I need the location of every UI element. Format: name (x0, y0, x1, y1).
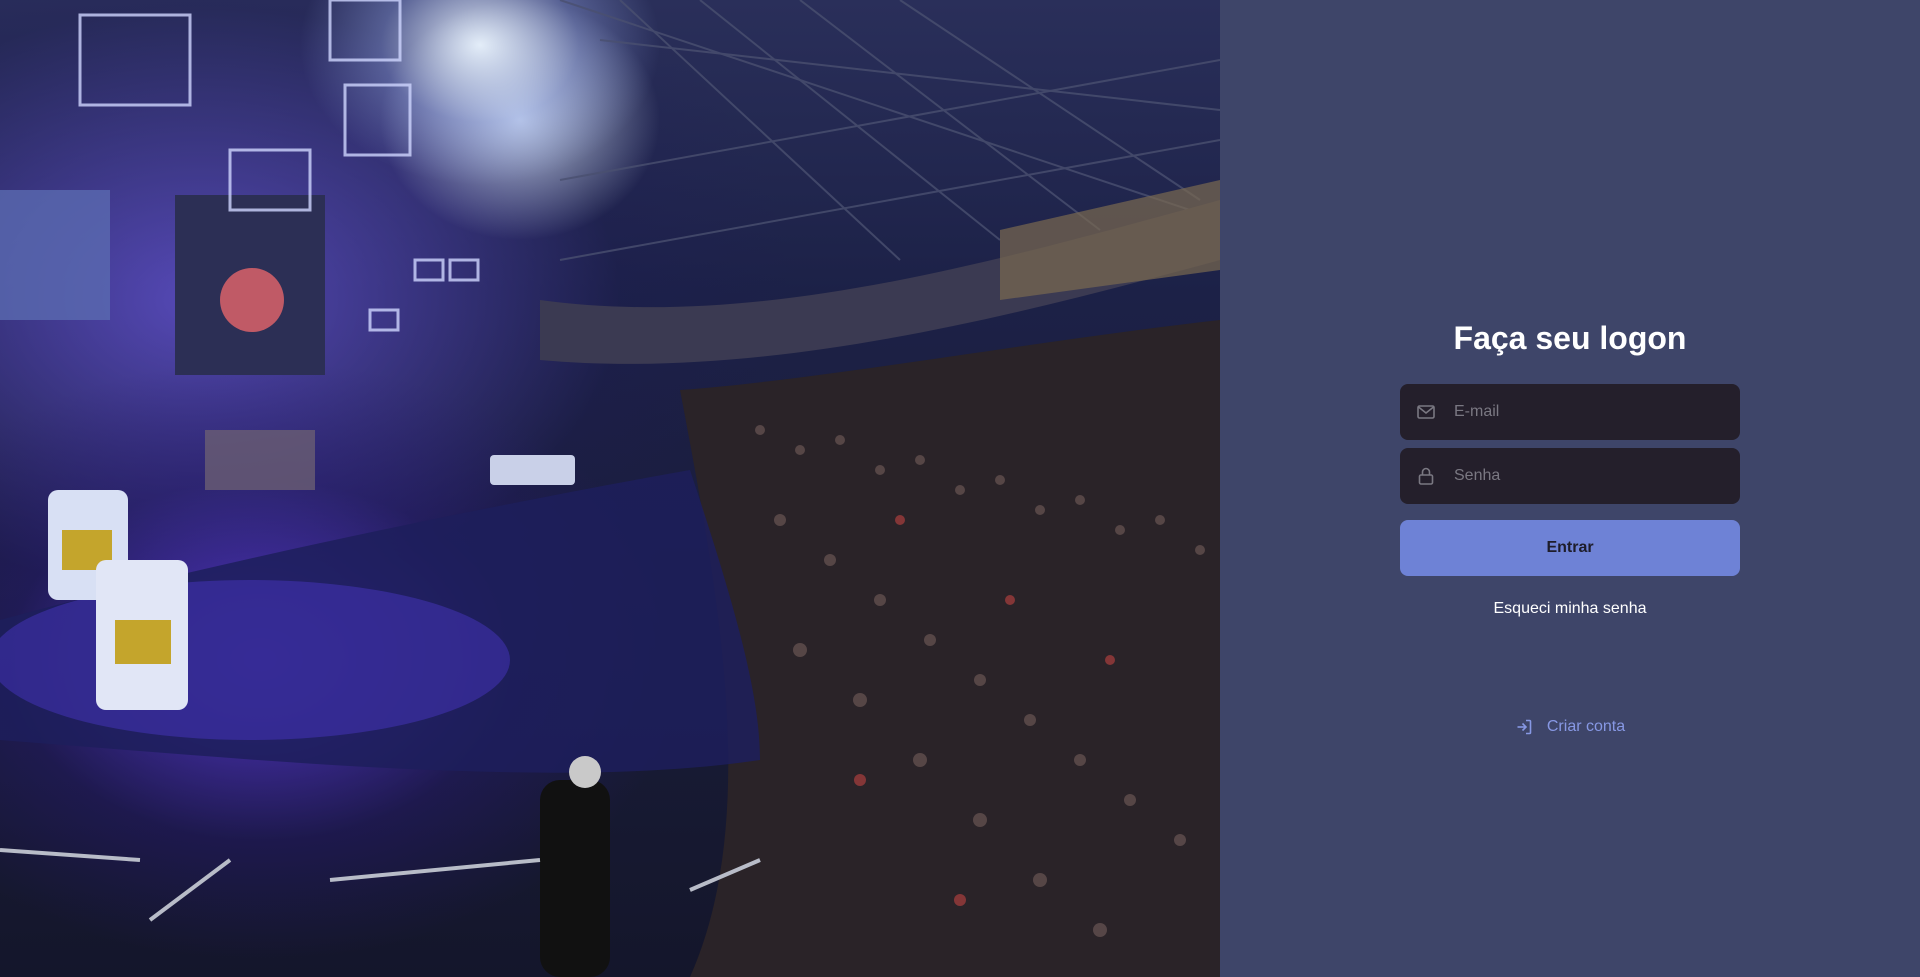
create-account-link[interactable]: Criar conta (1220, 718, 1920, 736)
log-in-icon (1515, 718, 1533, 736)
password-input[interactable] (1452, 447, 1724, 505)
create-account-label: Criar conta (1546, 718, 1626, 735)
login-page: Faça seu logon E-mail Entrar Esqueci min… (0, 0, 1920, 977)
email-input[interactable] (1452, 383, 1724, 441)
mail-icon (1416, 402, 1436, 422)
arena-illustration (0, 0, 1220, 977)
login-panel: Faça seu logon E-mail Entrar Esqueci min… (1220, 0, 1920, 977)
submit-button[interactable]: Entrar (1400, 520, 1740, 576)
lock-icon (1416, 466, 1436, 486)
password-field-wrapper (1400, 447, 1740, 505)
forgot-password-link[interactable]: Esqueci minha senha (1494, 600, 1647, 618)
login-form: Faça seu logon E-mail Entrar Esqueci min… (1400, 316, 1740, 618)
email-field-wrapper (1400, 383, 1740, 441)
background-image (0, 0, 1220, 977)
page-title: Faça seu logon (1453, 320, 1687, 356)
